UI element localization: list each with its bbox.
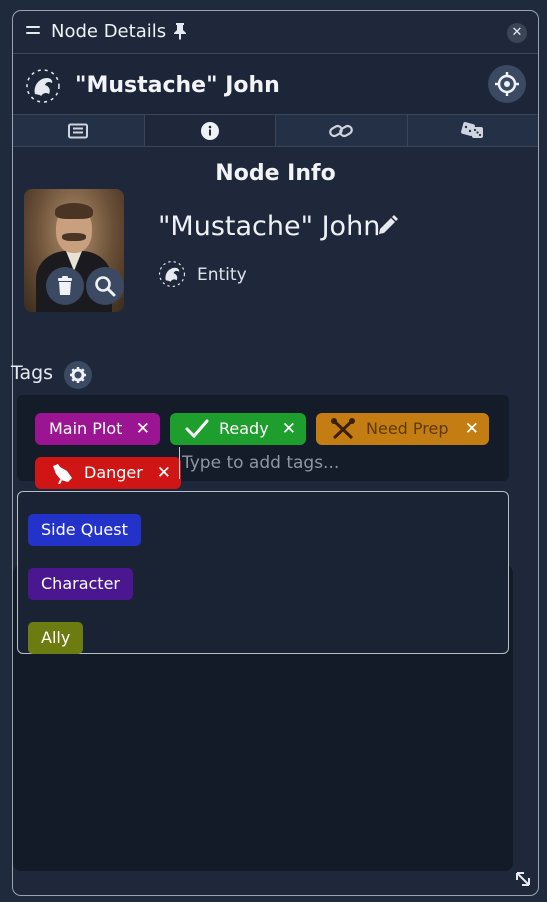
tag-need-prep[interactable]: Need Prep ✕ xyxy=(316,413,489,445)
node-type-label: Entity xyxy=(197,265,247,285)
dragon-logo-icon xyxy=(26,69,60,103)
tab-random[interactable] xyxy=(407,115,538,146)
close-icon: ✕ xyxy=(511,25,523,40)
check-icon xyxy=(185,419,209,439)
gear-icon xyxy=(70,367,86,383)
view-image-button[interactable] xyxy=(86,267,124,305)
suggestion-character[interactable]: Character xyxy=(28,568,133,600)
link-icon xyxy=(329,124,354,137)
drag-handle-icon[interactable] xyxy=(26,26,40,38)
tags-label: Tags xyxy=(11,362,54,384)
section-title: Node Info xyxy=(215,161,336,186)
tag-danger[interactable]: Danger ✕ xyxy=(35,457,181,489)
tag-main-plot[interactable]: Main Plot ✕ xyxy=(35,413,160,445)
tab-links[interactable] xyxy=(276,115,408,146)
close-button[interactable]: ✕ xyxy=(507,23,527,43)
suggestion-label: Character xyxy=(41,574,120,593)
tag-label: Need Prep xyxy=(366,419,449,438)
crosshair-icon xyxy=(495,72,519,96)
suggestion-ally[interactable]: Ally xyxy=(28,622,84,654)
tab-info[interactable] xyxy=(144,115,276,146)
suggestion-label: Side Quest xyxy=(41,520,128,539)
resize-handle-icon[interactable] xyxy=(512,868,534,890)
tag-label: Danger xyxy=(84,463,143,482)
suggestion-label: Ally xyxy=(41,628,71,647)
book-icon xyxy=(68,123,89,138)
node-header: "Mustache" John xyxy=(13,54,538,115)
panel-title: Node Details xyxy=(51,21,167,42)
tags-settings-button[interactable] xyxy=(64,361,92,389)
tag-label: Main Plot xyxy=(49,419,123,438)
pin-icon[interactable] xyxy=(172,22,188,40)
tag-suggestions-dropdown: Side Quest Character Ally xyxy=(17,491,509,654)
delete-image-button[interactable] xyxy=(46,267,84,305)
tag-search-input[interactable]: Type to add tags... xyxy=(179,447,502,479)
info-icon xyxy=(200,121,219,140)
remove-tag-icon[interactable]: ✕ xyxy=(465,413,479,445)
rooster-icon xyxy=(53,464,72,484)
tools-icon xyxy=(331,418,355,440)
node-name: "Mustache" John xyxy=(158,211,381,242)
tab-bar xyxy=(13,115,538,147)
locate-button[interactable] xyxy=(488,65,526,103)
edit-name-pencil-icon[interactable] xyxy=(376,215,398,237)
magnifier-icon xyxy=(95,276,116,297)
remove-tag-icon[interactable]: ✕ xyxy=(282,413,296,445)
tab-notes[interactable] xyxy=(13,115,145,146)
entity-type-icon xyxy=(158,260,186,288)
dice-icon xyxy=(460,121,483,138)
remove-tag-icon[interactable]: ✕ xyxy=(136,413,150,445)
trash-icon xyxy=(58,276,72,295)
titlebar[interactable]: Node Details ✕ xyxy=(13,11,538,54)
remove-tag-icon[interactable]: ✕ xyxy=(157,457,171,489)
tag-ready[interactable]: Ready ✕ xyxy=(170,413,306,445)
suggestion-side-quest[interactable]: Side Quest xyxy=(28,514,141,546)
tag-label: Ready xyxy=(219,419,269,438)
header-node-name: "Mustache" John xyxy=(75,73,280,98)
